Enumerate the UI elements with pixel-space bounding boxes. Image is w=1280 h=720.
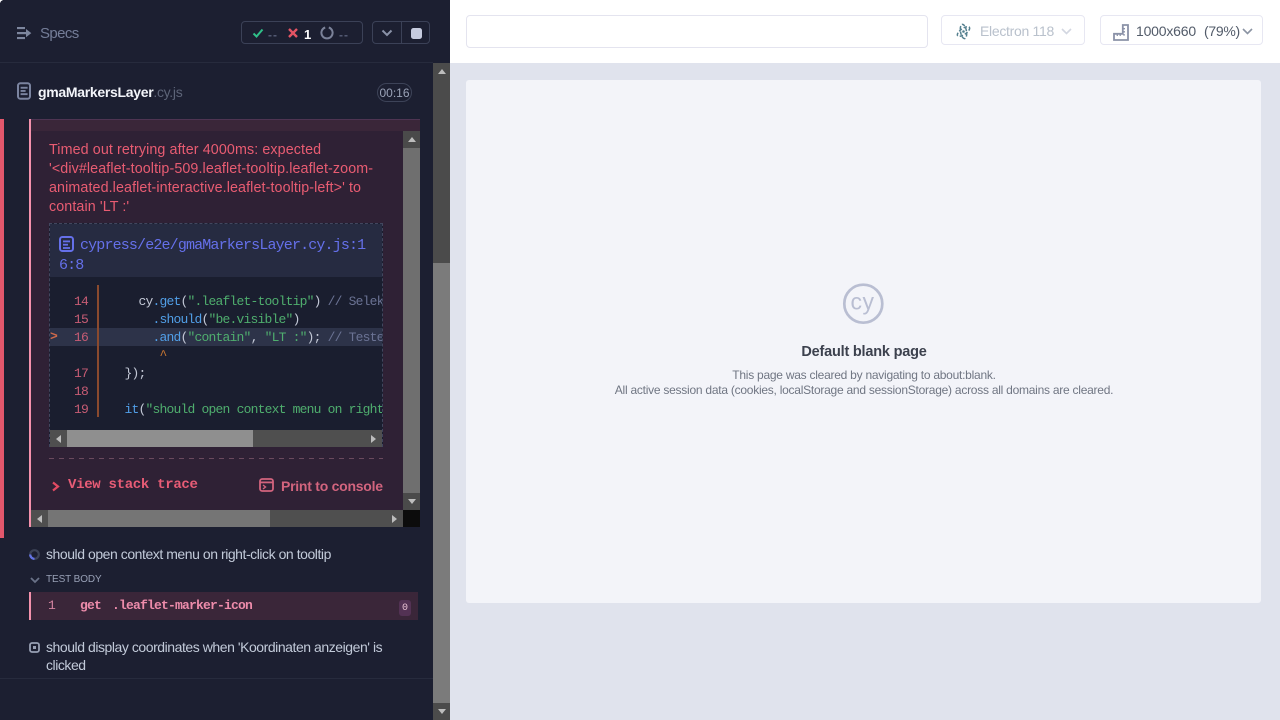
svg-text:c: c <box>851 289 863 315</box>
svg-text:y: y <box>863 289 875 315</box>
